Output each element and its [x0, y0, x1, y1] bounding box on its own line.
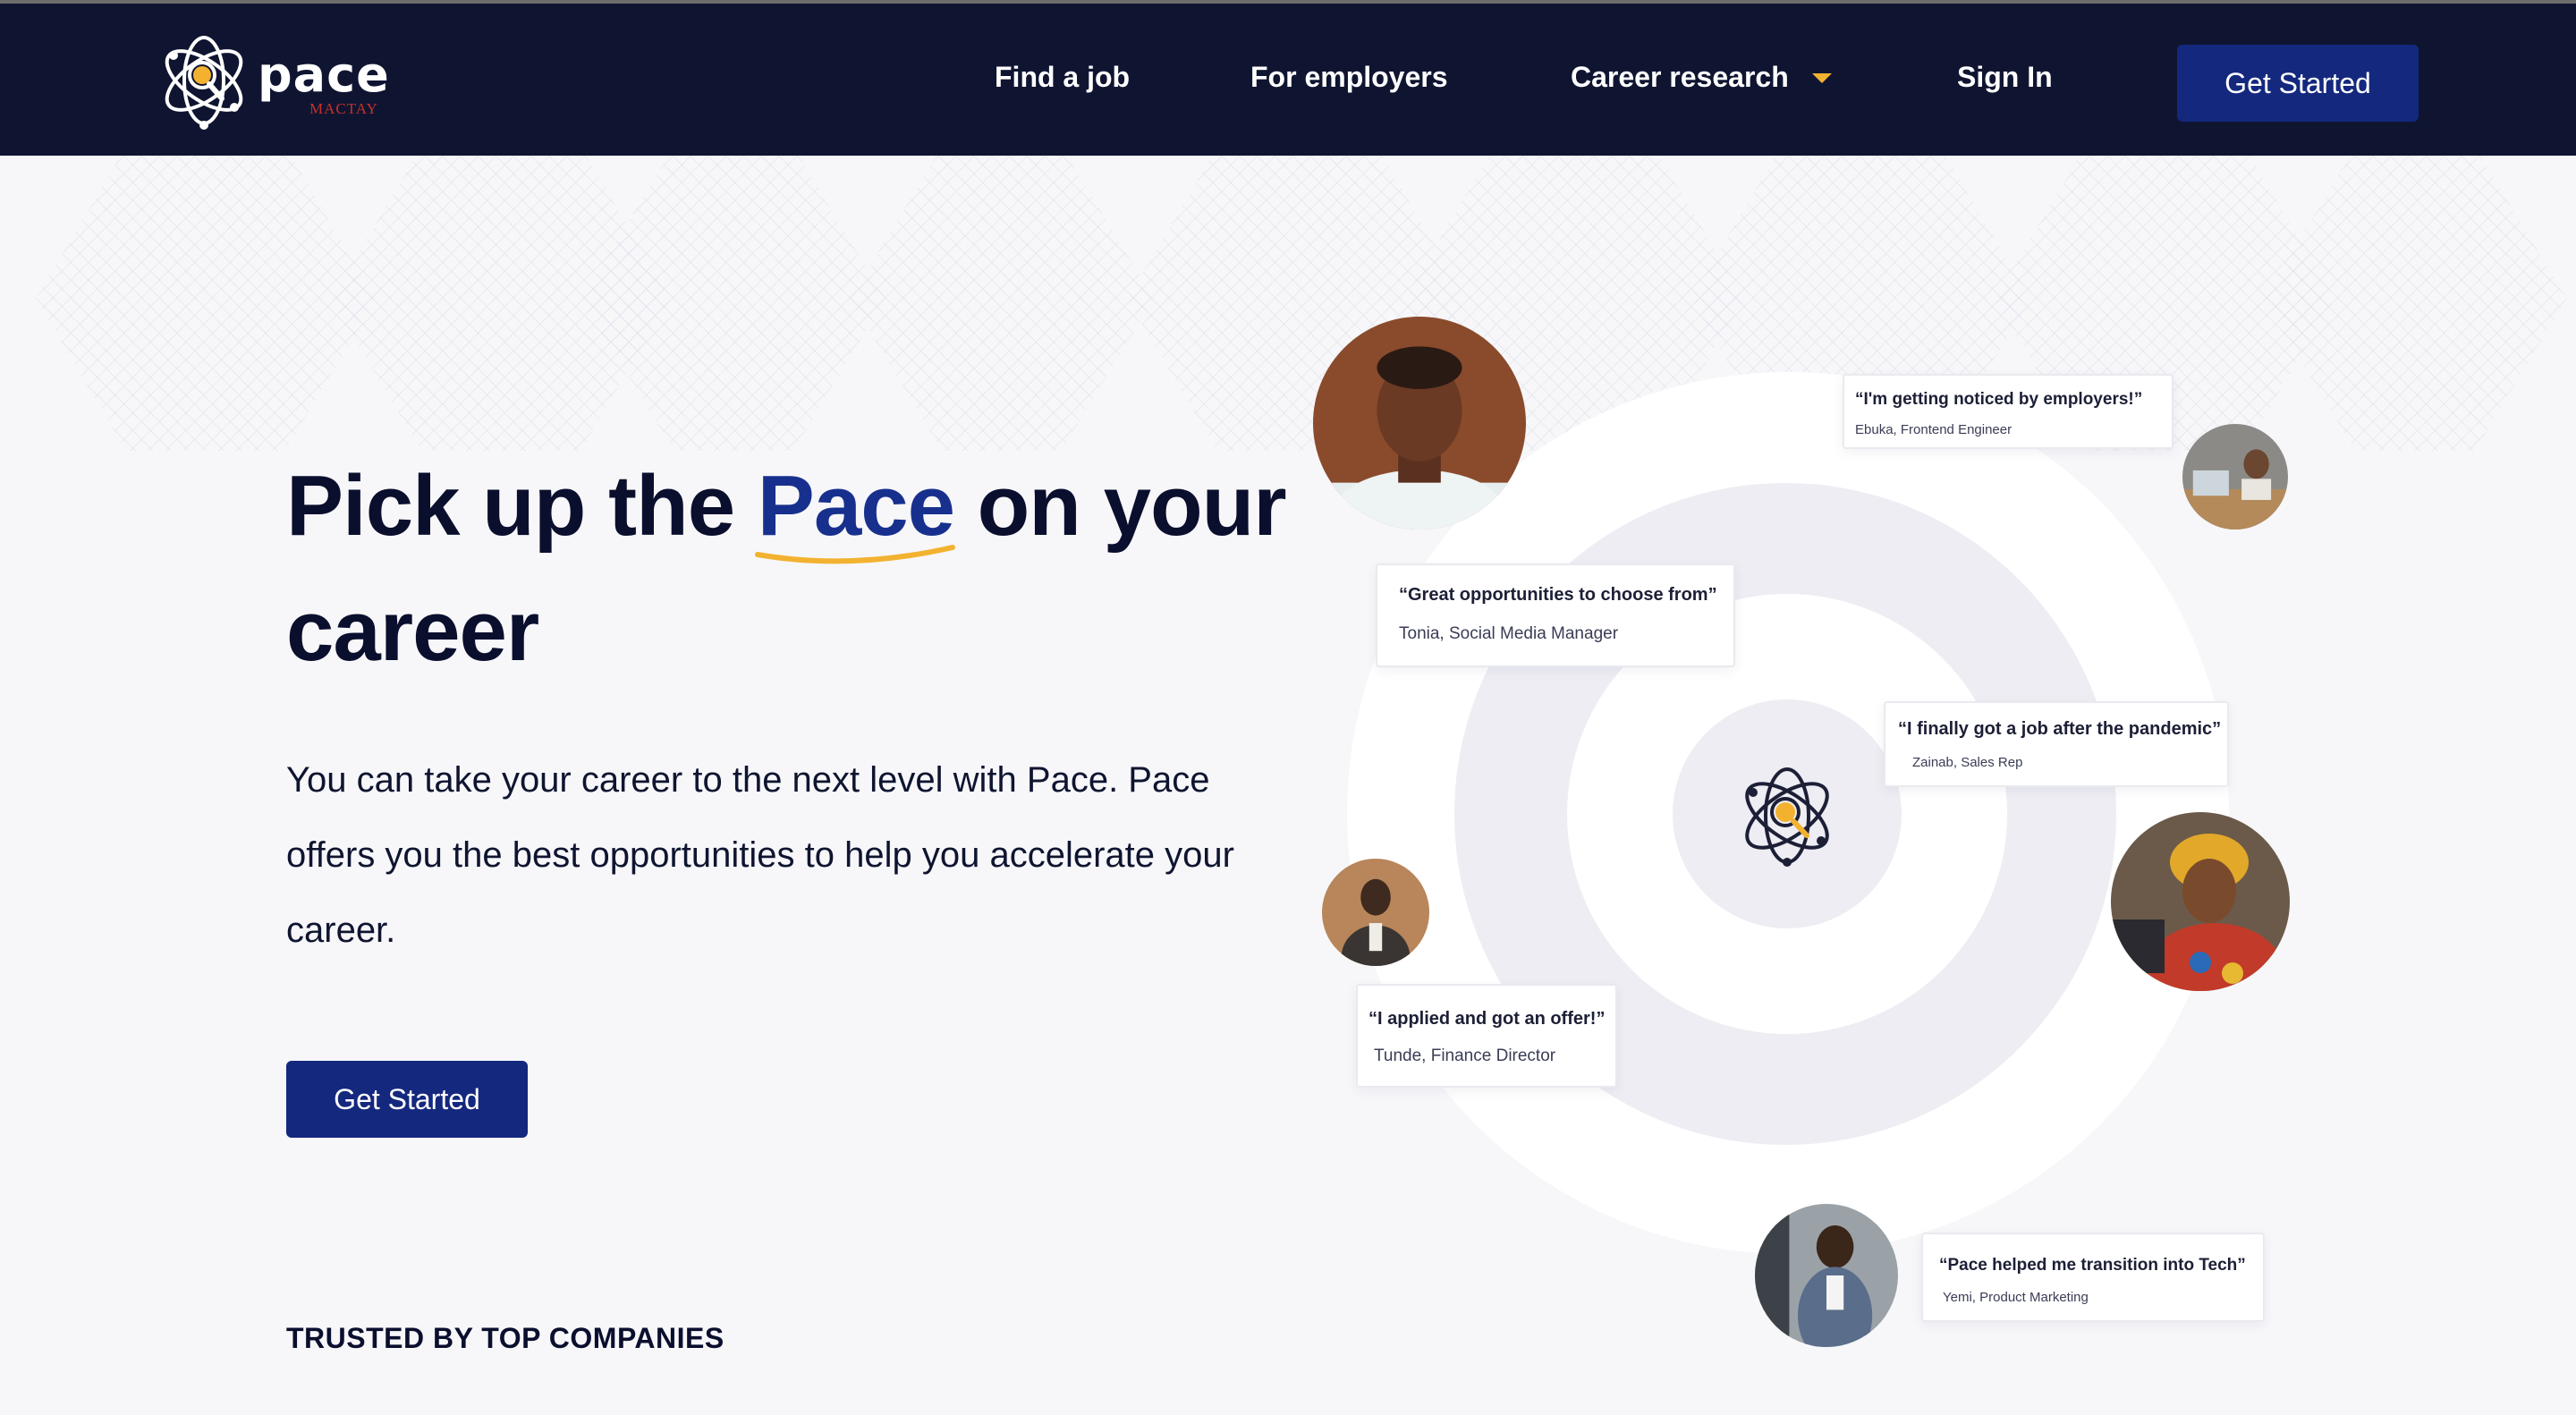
logo-wordmark: pace — [258, 47, 390, 103]
testimonial-quote: “I'm getting noticed by employers!” — [1855, 390, 2143, 409]
hero-subtitle: You can take your career to the next lev… — [286, 760, 1234, 950]
avatar-ebuka — [2182, 424, 2288, 530]
testimonial-card-tunde: “I applied and got an offer!” Tunde, Fin… — [1356, 984, 1617, 1088]
testimonial-card-zainab: “I finally got a job after the pandemic”… — [1884, 701, 2229, 787]
avatar-tunde — [1322, 859, 1429, 966]
chevron-down-icon[interactable] — [1812, 73, 1832, 83]
hero-title-part1: Pick up the — [286, 458, 758, 554]
testimonial-card-tonia: “Great opportunities to choose from” Ton… — [1376, 563, 1735, 667]
pace-atom-logo-icon — [165, 36, 243, 130]
testimonial-quote: “Pace helped me transition into Tech” — [1939, 1256, 2246, 1275]
avatar-yemi — [1755, 1204, 1898, 1347]
avatar-tonia — [1313, 317, 1526, 530]
trusted-by-heading: TRUSTED BY TOP COMPANIES — [286, 1322, 724, 1354]
pace-atom-center-icon — [1745, 767, 1829, 867]
nav-get-started-button[interactable]: Get Started — [2177, 45, 2419, 122]
testimonial-author: Tunde, Finance Director — [1374, 1046, 1556, 1065]
hero-title: Pick up the Pace on your career — [286, 444, 1288, 694]
testimonial-card-ebuka: “I'm getting noticed by employers!” Ebuk… — [1843, 374, 2174, 449]
hero-get-started-button[interactable]: Get Started — [286, 1061, 528, 1138]
testimonial-quote: “Great opportunities to choose from” — [1399, 585, 1717, 605]
testimonial-author: Tonia, Social Media Manager — [1399, 624, 1619, 643]
nav-find-a-job[interactable]: Find a job — [995, 61, 1130, 94]
hero-title-accent: Pace — [754, 444, 955, 569]
testimonial-quote: “I finally got a job after the pandemic” — [1898, 719, 2222, 739]
avatar-zainab — [2111, 812, 2290, 991]
testimonial-author: Yemi, Product Marketing — [1943, 1290, 2089, 1305]
nav-career-research[interactable]: Career research — [1571, 61, 1789, 94]
yellow-underline-swoosh — [754, 545, 955, 564]
logo-subtext: MACTAY — [309, 100, 378, 117]
testimonial-author: Zainab, Sales Rep — [1912, 755, 2023, 770]
nav-sign-in[interactable]: Sign In — [1957, 61, 2053, 94]
testimonial-quote: “I applied and got an offer!” — [1368, 1009, 1606, 1029]
nav-for-employers[interactable]: For employers — [1250, 61, 1448, 94]
testimonial-card-yemi: “Pace helped me transition into Tech” Ye… — [1921, 1233, 2265, 1322]
top-navbar: pace MACTAY Find a job For employers Car… — [0, 4, 2576, 156]
diamond-grid-pattern — [36, 156, 2567, 451]
testimonial-author: Ebuka, Frontend Engineer — [1855, 422, 2012, 437]
pace-logo[interactable]: pace MACTAY — [156, 29, 390, 132]
